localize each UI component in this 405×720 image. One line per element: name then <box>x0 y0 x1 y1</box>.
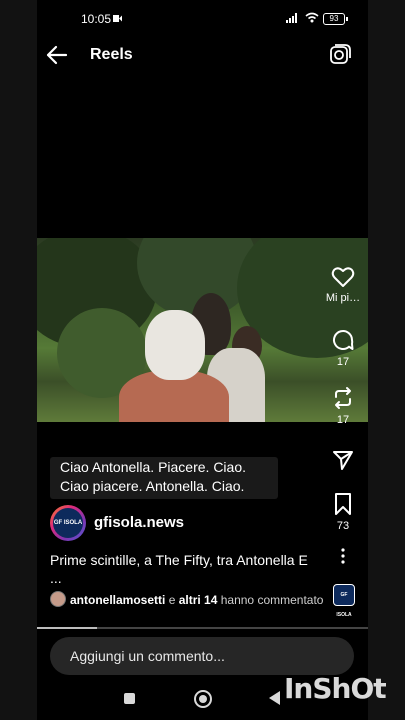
commenter-avatar <box>50 591 66 607</box>
video-record-icon <box>113 15 122 22</box>
save-button[interactable]: 73 <box>321 492 365 532</box>
comment-icon <box>333 330 354 350</box>
more-button[interactable] <box>321 548 365 564</box>
video-progress[interactable] <box>37 627 368 629</box>
nav-back-icon[interactable] <box>269 691 280 705</box>
camera-icon[interactable] <box>329 44 351 66</box>
avatar[interactable]: GF ISOLA <box>50 505 86 541</box>
send-icon <box>333 451 353 470</box>
avatar-logo: GF ISOLA <box>53 508 83 538</box>
comment-placeholder: Aggiungi un commento... <box>70 648 225 664</box>
video-subtitle: Ciao Antonella. Piacere. Ciao. Ciao piac… <box>50 457 278 499</box>
commenter-others: altri 14 <box>178 593 218 607</box>
commenter-tail: hanno commentato <box>217 593 324 607</box>
reel-video[interactable] <box>37 238 368 422</box>
page-title: Reels <box>90 46 133 63</box>
status-bar: 10:05 93 <box>37 0 368 38</box>
subtitle-line: Ciao piacere. Antonella. Ciao. <box>60 478 245 494</box>
like-button[interactable]: Mi pi… <box>321 266 365 304</box>
home-icon[interactable] <box>194 690 212 708</box>
heart-icon <box>331 267 355 287</box>
inshot-watermark: InShOt <box>284 672 387 705</box>
commenters-summary[interactable]: antonellamosetti e altri 14 hanno commen… <box>50 591 350 607</box>
wifi-icon <box>305 12 319 23</box>
comment-button[interactable]: 17 <box>321 328 365 368</box>
status-time: 10:05 <box>81 12 112 26</box>
audio-badge[interactable]: GF ISOLA <box>333 584 355 618</box>
back-arrow-icon[interactable] <box>45 44 69 66</box>
progress-fill <box>37 627 97 629</box>
bookmark-icon <box>335 493 351 515</box>
more-icon <box>341 548 345 564</box>
repost-button[interactable]: 17 <box>321 386 365 426</box>
video-person <box>145 310 205 380</box>
comment-input[interactable]: Aggiungi un commento... <box>50 637 354 675</box>
comment-count: 17 <box>336 356 350 368</box>
commenter-name: antonellamosetti <box>70 593 166 607</box>
commenter-join: e <box>165 593 179 607</box>
description-more: ... <box>50 570 62 586</box>
repost-icon <box>335 387 351 409</box>
share-button[interactable] <box>321 448 365 472</box>
like-label: Mi pi… <box>325 292 361 304</box>
username[interactable]: gfisola.news <box>94 514 184 531</box>
repost-count: 17 <box>336 414 350 426</box>
description-line: Prime scintille, a The Fifty, tra Antone… <box>50 552 308 568</box>
save-count: 73 <box>336 520 350 532</box>
subtitle-line: Ciao Antonella. Piacere. Ciao. <box>60 459 246 475</box>
top-bar: Reels <box>37 38 368 72</box>
signal-icon <box>286 13 297 23</box>
recents-icon[interactable] <box>124 693 135 704</box>
post-description[interactable]: Prime scintille, a The Fifty, tra Antone… <box>50 551 320 587</box>
battery-indicator: 93 <box>323 13 348 25</box>
phone-screen: 10:05 93 Reels Mi pi… 17 17 73 Ciao Anto… <box>37 0 368 720</box>
